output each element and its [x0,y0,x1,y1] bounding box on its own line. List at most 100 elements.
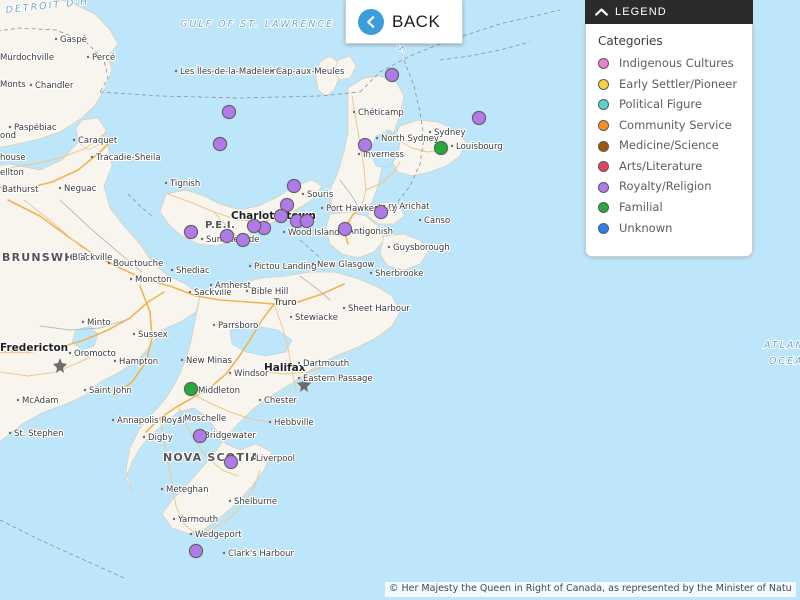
legend-subtitle: Categories [598,34,663,48]
legend-color-swatch [598,222,609,234]
map-marker[interactable] [434,141,448,155]
legend-item[interactable]: Political Figure [598,98,742,112]
city-label: Wedgeport [195,530,242,540]
city-label: Annapolis Royal [117,416,185,426]
city-label: ond [0,131,16,141]
city-label: Souris [307,190,334,200]
map-marker[interactable] [224,455,238,469]
city-label: Gaspé [60,34,87,45]
legend-item-label: Royalty/Religion [619,179,712,194]
map-marker[interactable] [385,68,399,82]
city-label: Oromocto [74,349,116,359]
legend-color-swatch [598,181,609,193]
city-dot [8,125,12,129]
map-marker[interactable] [184,225,198,239]
map-marker[interactable] [184,382,198,396]
map-marker[interactable] [222,105,236,119]
city-dot [270,69,274,73]
map-marker[interactable] [338,222,352,236]
legend-item-label: Community Service [619,117,732,132]
city-label: Caraquet [78,136,118,146]
city-label: ry Arichat [388,202,430,212]
city-dot [180,358,184,362]
city-label: Paspébiac [14,122,57,133]
city-dot [342,306,346,310]
water-label: GULF OF ST. LAWRENCE [180,19,334,30]
map-marker[interactable] [287,179,301,193]
city-dot [29,83,33,87]
city-label: New Minas [186,356,233,366]
map-marker[interactable] [213,137,227,151]
city-dot [107,261,111,265]
city-dot [297,376,301,380]
city-label: ellton [0,168,24,178]
legend-item[interactable]: Unknown [598,221,742,236]
legend-item-label: Indigenous Cultures [619,56,734,70]
city-label: Cap-aux-Meules [276,67,345,77]
city-dot [369,271,373,275]
back-button[interactable]: BACK [345,0,463,44]
legend-header-toggle[interactable]: LEGEND [585,0,753,24]
legend-item-list: Indigenous Cultures Early Settler/Pioneer… [598,56,742,236]
map-marker[interactable] [300,214,314,228]
city-dot [164,181,168,185]
chevron-up-icon [595,3,608,21]
legend-title: LEGEND [615,6,667,18]
legend-item[interactable]: Medicine/Science [598,139,742,153]
province-label: NOVA SCOTIA [163,451,260,464]
city-dot [428,130,432,134]
city-label: Eastern Passage [303,374,373,384]
map-marker[interactable] [236,233,250,247]
city-label: Moncton [135,275,172,285]
legend-item[interactable]: Early Settler/Pioneer [598,76,742,92]
map-marker[interactable] [472,111,486,125]
city-dot [54,37,58,41]
city-label: Murdochville [0,53,54,63]
legend-item-label: Familial [619,199,663,214]
city-label: Dartmouth [303,359,349,369]
city-dot [200,237,204,241]
map-marker[interactable] [193,429,207,443]
city-label: Bible Hill [251,287,288,297]
city-label: Bouctouche [113,259,163,269]
map-marker[interactable] [189,544,203,558]
city-dot [245,289,249,293]
map-marker[interactable] [358,138,372,152]
city-dot [189,532,193,536]
city-dot [387,245,391,249]
legend-item[interactable]: Royalty/Religion [598,180,742,194]
city-dot [111,418,115,422]
city-dot [450,144,454,148]
city-label-major: Truro [273,298,297,308]
map-marker[interactable] [374,205,388,219]
legend-color-swatch [598,78,609,90]
map-attribution: © Her Majesty the Queen in Right of Cana… [385,582,796,597]
city-dot [83,388,87,392]
city-label-major: Fredericton [0,342,68,354]
city-label: Wood Island [288,228,340,238]
city-dot [90,155,94,159]
city-dot [311,262,315,266]
legend-item[interactable]: Indigenous Cultures [598,56,742,71]
map-marker[interactable] [274,209,288,223]
legend-item[interactable]: Arts/Literature [598,159,742,174]
map-marker[interactable] [247,219,261,233]
city-dot [178,416,182,420]
city-label: Sussex [138,330,168,340]
city-label: house [0,153,26,163]
city-label: Monts [0,80,26,90]
city-dot [228,499,232,503]
legend-item-label: Medicine/Science [619,138,719,153]
legend-item-label: Early Settler/Pioneer [619,76,738,91]
city-dot [188,290,192,294]
map-marker[interactable] [220,229,234,243]
legend-item[interactable]: Familial [598,199,742,215]
back-button-label: BACK [392,11,441,31]
city-dot [160,487,164,491]
legend-item[interactable]: Community Service [598,117,742,133]
city-label: North Sydney [381,134,439,144]
water-label: OCEA [769,356,800,367]
city-label: Neguac [64,184,97,194]
city-dot [418,218,422,222]
city-label: Clark's Harbour [228,549,294,559]
